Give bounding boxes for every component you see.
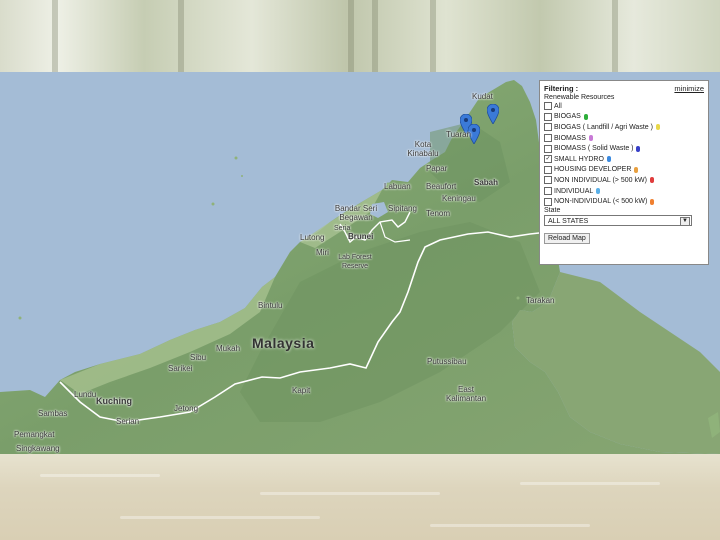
marker-pin-icon xyxy=(596,188,601,195)
place-label: Sambas xyxy=(38,409,68,418)
option-checkbox[interactable] xyxy=(544,134,552,143)
place-label: Keningau xyxy=(442,194,476,203)
minimize-link[interactable]: minimize xyxy=(674,84,704,93)
marker-pin-icon xyxy=(649,177,654,184)
place-label: Lab Forest Reserve xyxy=(338,254,372,270)
place-label: Mukah xyxy=(216,344,241,353)
place-label: Tuaran xyxy=(446,130,472,139)
place-label: Putussibau xyxy=(427,357,467,366)
option-checkbox[interactable] xyxy=(544,102,552,111)
option-checkbox[interactable] xyxy=(544,197,552,206)
option-checkbox[interactable] xyxy=(544,165,552,174)
reload-map-button[interactable]: Reload Map xyxy=(544,232,590,244)
option-label: NON-INDIVIDUAL (< 500 kW) xyxy=(554,198,648,206)
place-label: Papar xyxy=(426,164,448,173)
map-marker-small-hydro[interactable] xyxy=(487,104,499,124)
place-label: Sarikei xyxy=(168,364,193,373)
filter-title: Filtering : xyxy=(544,84,579,93)
option-checkbox[interactable] xyxy=(544,187,552,196)
option-label: NON INDIVIDUAL (> 500 kW) xyxy=(554,176,647,184)
background-water-photo xyxy=(0,454,720,540)
place-label: Bandar Seri Begawan xyxy=(334,204,378,222)
marker-pin-icon xyxy=(606,156,611,163)
place-label: Sipitang xyxy=(388,204,417,213)
place-label: Sibu xyxy=(190,353,207,362)
option-label: SMALL HYDRO xyxy=(554,155,604,163)
marker-pin-icon xyxy=(583,113,588,120)
background-forest-photo xyxy=(0,0,720,72)
place-label: Labuan xyxy=(384,182,411,191)
option-checkbox[interactable] xyxy=(544,123,552,132)
resource-options: All BIOGAS BIOGAS ( Landfill / Agri Waste … xyxy=(544,101,704,207)
country-label: Malaysia xyxy=(252,335,315,351)
resource-option[interactable]: HOUSING DEVELOPER xyxy=(544,165,704,176)
option-label: BIOGAS xyxy=(554,113,581,121)
resource-option[interactable]: All xyxy=(544,101,704,112)
resource-option[interactable]: ✓ SMALL HYDRO xyxy=(544,154,704,165)
place-label: Pemangkat xyxy=(14,430,55,439)
place-label: Tarakan xyxy=(526,296,555,305)
place-label: Beaufort xyxy=(426,182,457,191)
resource-option[interactable]: BIOMASS ( Solid Waste ) xyxy=(544,143,704,154)
marker-pin-icon xyxy=(634,166,639,173)
option-label: All xyxy=(554,102,562,110)
option-label: BIOMASS xyxy=(554,134,586,142)
marker-pin-icon xyxy=(588,135,593,142)
marker-pin-icon xyxy=(655,124,660,131)
place-label: Jetong xyxy=(174,404,199,413)
place-label: Brunei xyxy=(348,232,374,241)
chevron-down-icon[interactable]: ▼ xyxy=(680,216,690,226)
resource-option[interactable]: NON-INDIVIDUAL (< 500 kW) xyxy=(544,196,704,207)
place-label: Singkawang xyxy=(16,444,60,453)
filter-panel: Filtering : minimize Renewable Resources… xyxy=(539,80,709,265)
option-checkbox[interactable] xyxy=(544,112,552,121)
marker-pin-icon xyxy=(636,145,641,152)
place-label: Bintulu xyxy=(258,301,283,310)
place-label: Tenom xyxy=(426,209,451,218)
option-label: HOUSING DEVELOPER xyxy=(554,166,632,174)
filter-subtitle: Renewable Resources xyxy=(544,94,615,101)
place-label: Lundu xyxy=(74,390,97,399)
place-label: Kapit xyxy=(292,386,311,395)
option-label: INDIVIDUAL xyxy=(554,187,594,195)
state-select-value: ALL STATES xyxy=(548,217,589,225)
place-label: Miri xyxy=(316,248,329,257)
place-label: Lutong xyxy=(300,233,325,242)
option-checkbox[interactable]: ✓ xyxy=(544,155,552,164)
option-label: BIOMASS ( Solid Waste ) xyxy=(554,145,634,153)
place-label: Sabah xyxy=(474,178,499,187)
resource-option[interactable]: INDIVIDUAL xyxy=(544,186,704,197)
resource-option[interactable]: BIOMASS xyxy=(544,133,704,144)
place-label: Kota Kinabalu xyxy=(407,140,439,158)
place-label: East Kalimantan xyxy=(446,385,487,403)
place-label: Serian xyxy=(116,417,140,426)
place-label: Kuching xyxy=(96,396,132,406)
option-label: BIOGAS ( Landfill / Agri Waste ) xyxy=(554,123,653,131)
place-label: Kudat xyxy=(472,92,493,101)
option-checkbox[interactable] xyxy=(544,144,552,153)
state-select[interactable]: ALL STATES ▼ xyxy=(544,214,692,226)
option-checkbox[interactable] xyxy=(544,176,552,185)
marker-pin-icon xyxy=(650,198,655,205)
resource-option[interactable]: BIOGAS xyxy=(544,112,704,123)
state-label: State xyxy=(544,206,561,214)
resource-option[interactable]: NON INDIVIDUAL (> 500 kW) xyxy=(544,175,704,186)
resource-option[interactable]: BIOGAS ( Landfill / Agri Waste ) xyxy=(544,122,704,133)
